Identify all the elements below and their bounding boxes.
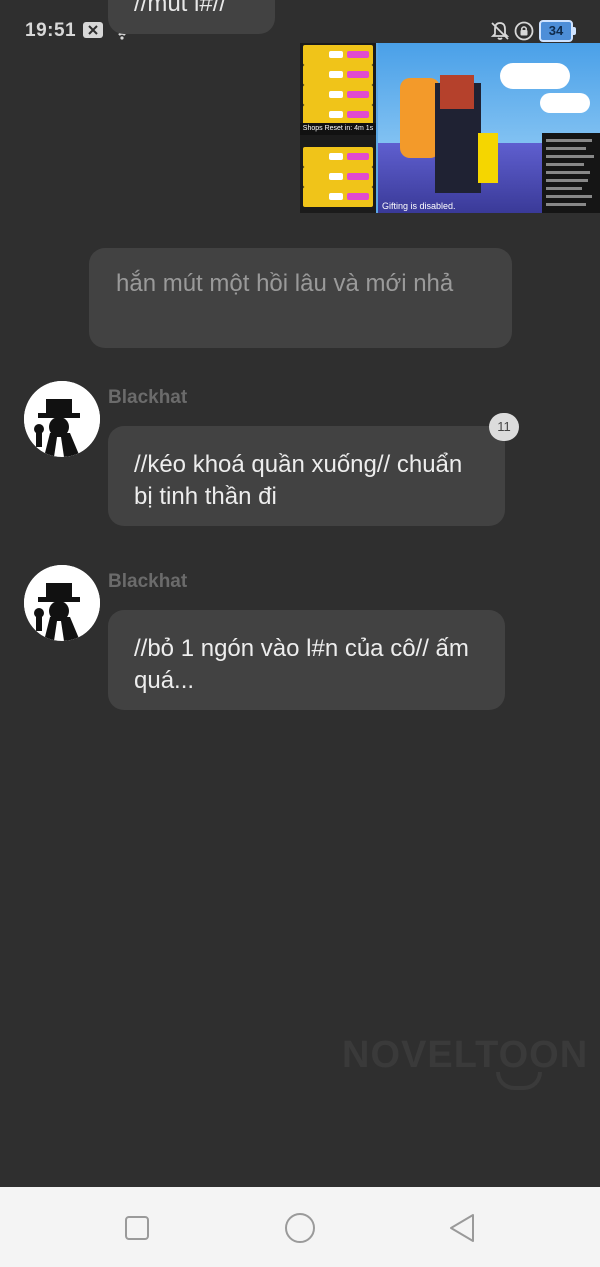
blackhat-avatar-icon bbox=[24, 381, 100, 457]
message-text: //bỏ 1 ngón vào l#n của cô// ấm quá... bbox=[134, 635, 469, 694]
battery-icon: 34 bbox=[539, 20, 576, 42]
message-bubble[interactable]: //kéo khoá quần xuống// chuẩn bị tinh th… bbox=[108, 426, 505, 526]
paragraph-comment-badge[interactable]: 11 bbox=[489, 413, 519, 441]
message-text: //mút l#// bbox=[134, 0, 227, 17]
image-info-panel bbox=[542, 133, 600, 213]
narration-bubble: hắn mút một hồi lâu và mới nhả bbox=[89, 248, 512, 348]
watermark-smile bbox=[496, 1072, 542, 1090]
narration-text: hắn mút một hồi lâu và mới nhả bbox=[116, 270, 454, 297]
watermark: NOVELTOON bbox=[342, 1034, 589, 1076]
sender-name: Blackhat bbox=[108, 387, 188, 408]
sender-name: Blackhat bbox=[108, 571, 188, 592]
recent-apps-icon[interactable] bbox=[124, 1215, 150, 1246]
shared-image[interactable]: Shops Reset in: 4m 1s Gifting is disable… bbox=[300, 43, 600, 213]
navigation-bar bbox=[0, 1187, 600, 1267]
image-shop-banner: Shops Reset in: 4m 1s bbox=[300, 123, 376, 135]
image-shop-panel: Shops Reset in: 4m 1s bbox=[300, 43, 376, 213]
message-bubble[interactable]: //bỏ 1 ngón vào l#n của cô// ấm quá... bbox=[108, 610, 505, 710]
message-text: //kéo khoá quần xuống// chuẩn bị tinh th… bbox=[134, 451, 463, 510]
back-icon[interactable] bbox=[448, 1212, 476, 1249]
image-character-orange bbox=[400, 78, 440, 158]
avatar[interactable] bbox=[24, 381, 100, 457]
home-icon[interactable] bbox=[284, 1212, 316, 1249]
status-time: 19:51 bbox=[25, 20, 77, 41]
image-character-yellow bbox=[478, 133, 498, 183]
close-box-icon bbox=[83, 22, 103, 43]
avatar[interactable] bbox=[24, 565, 100, 641]
chat-screen: 19:51 34 //mút l#// Shops Reset in: 4m 1… bbox=[0, 0, 600, 1267]
message-bubble-partial: //mút l#// bbox=[108, 0, 275, 34]
image-caption: Gifting is disabled. bbox=[382, 201, 456, 211]
blackhat-avatar-icon bbox=[24, 565, 100, 641]
